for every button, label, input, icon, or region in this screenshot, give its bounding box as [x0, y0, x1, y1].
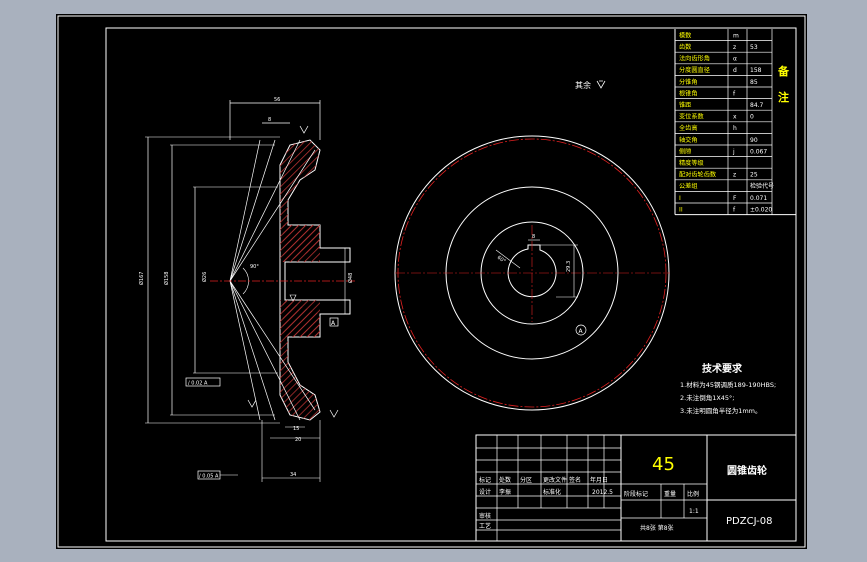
param-value: 0: [750, 114, 754, 121]
param-label: 配对齿轮齿数: [679, 171, 717, 179]
param-value: 53: [750, 44, 758, 51]
param-value: ±0.020: [750, 206, 772, 213]
tech-req-item-2: 2.未注倒角1X45°;: [680, 393, 735, 402]
dim-outer-diameter: Ø167: [138, 272, 145, 285]
tb-weight-label: 重量: [664, 490, 676, 498]
tol-frame-2: / 0.05 A: [199, 474, 219, 480]
surface-note-text: 其余: [575, 80, 591, 90]
dim-bore-depth: 29.3: [566, 261, 572, 272]
param-symbol: α: [733, 56, 737, 63]
param-symbol: d: [733, 67, 737, 74]
param-value: 检验代号: [750, 182, 774, 190]
param-label: 根锥角: [679, 89, 698, 97]
tb-rev-zone: 分区: [520, 476, 532, 484]
tb-design-label: 设计: [479, 488, 491, 496]
remark-char: 注: [778, 90, 789, 104]
param-label: 精度等级: [679, 159, 704, 167]
tb-stage-label: 阶段标记: [624, 490, 648, 498]
tb-design-date: 2012.5: [592, 489, 613, 496]
param-symbol: z: [733, 44, 736, 51]
dim-b3: 34: [290, 472, 296, 478]
param-label: 分锥角: [679, 78, 698, 86]
param-label: 锥距: [679, 101, 691, 109]
param-label: II: [679, 206, 683, 213]
param-label: 全齿高: [679, 124, 698, 132]
tb-sheets: 共8张 第8张: [640, 524, 674, 532]
dim-hub: Ø48: [347, 273, 354, 283]
param-value: 85: [750, 79, 758, 86]
param-value: 90: [750, 137, 758, 144]
dim-cone-angle: 90°: [250, 264, 259, 270]
tol-frame-1: / 0.02 A: [188, 381, 208, 387]
drawing-sheet: 模数 m齿数 z 53法向齿形角 α分度圆直径 d 158分锥角 85根锥角 f锥距 84.7变位…: [0, 0, 867, 562]
tb-rev-date: 年月日: [590, 476, 608, 484]
dim-top2: 8: [268, 117, 271, 123]
dim-b1: 15: [293, 426, 299, 432]
tb-rev-mark: 标记: [479, 476, 491, 484]
tb-rev-count: 处数: [499, 476, 511, 484]
param-label: 变位系数: [679, 113, 705, 121]
drawing-number: PDZCJ-08: [726, 516, 773, 527]
param-symbol: F: [733, 195, 737, 202]
param-label: 齿数: [679, 43, 692, 51]
param-symbol: j: [732, 148, 735, 155]
param-label: 轴交角: [679, 136, 698, 144]
remark-char: 备: [777, 64, 790, 78]
tb-scale-label: 比例: [687, 490, 699, 498]
param-label: I: [679, 195, 681, 202]
param-label: 模数: [679, 31, 692, 39]
dim-bore-diameter: Ø26: [201, 272, 208, 282]
tb-review-label: 审核: [479, 512, 491, 520]
param-symbol: h: [733, 125, 737, 132]
param-value: 25: [750, 172, 758, 179]
tb-designer: 李振: [499, 488, 511, 496]
dim-b2: 20: [295, 437, 301, 443]
param-value: 158: [750, 67, 762, 74]
param-symbol: m: [733, 32, 739, 39]
cad-viewport[interactable]: 模数 m 齿数 z 53 法向齿形角 α 分度圆直径 d 158 分锥角 85 根锥角 f 锥距 84.7 变位…: [0, 0, 867, 562]
param-value: 84.7: [750, 102, 764, 109]
dim-pitch-diameter: Ø158: [163, 272, 170, 285]
param-symbol: z: [733, 172, 736, 179]
param-value: 0.071: [750, 195, 767, 202]
tb-rev-file: 更改文件: [543, 476, 567, 484]
param-label: 分度圆直径: [679, 66, 710, 74]
dim-keyway-width: 8: [532, 234, 535, 240]
material-text: 45: [652, 454, 675, 475]
param-value: 0.067: [750, 148, 767, 155]
dim-top: 56: [274, 97, 280, 103]
param-label: 法向齿形角: [679, 55, 710, 63]
param-label: 侧隙: [679, 147, 691, 155]
tb-rev-sign: 签名: [569, 476, 581, 484]
part-name: 圆锥齿轮: [727, 464, 767, 477]
tb-process-label: 工艺: [479, 522, 491, 530]
param-label: 公差组: [679, 182, 698, 190]
param-symbol: x: [733, 114, 737, 121]
tb-standard-label: 标准化: [543, 488, 561, 496]
tech-req-title: 技术要求: [702, 362, 743, 375]
tb-scale-value: 1:1: [689, 508, 699, 515]
tech-req-item-3: 3.未注明圆角半径为1mm。: [680, 406, 762, 415]
tech-req-item-1: 1.材料为45钢调质189-190HBS;: [680, 380, 776, 389]
